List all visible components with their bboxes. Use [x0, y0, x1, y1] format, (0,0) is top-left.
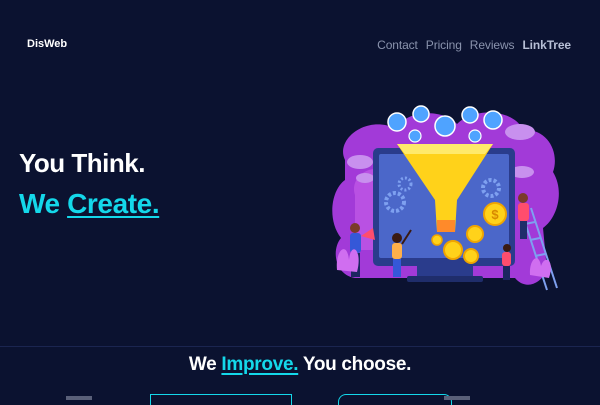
nav-link-pricing[interactable]: Pricing — [426, 38, 462, 52]
nav-link-linktree[interactable]: LinkTree — [522, 38, 571, 52]
marketing-funnel-illustration: $ — [332, 105, 559, 291]
card-top-right-partial — [444, 396, 470, 400]
tagline-prefix: We — [188, 354, 222, 375]
tagline: We Improve. You choose. — [0, 354, 600, 376]
tagline-emphasis: Improve. — [221, 354, 299, 375]
hero-heading-line2: We Create. — [19, 188, 160, 220]
hero-line2-emphasis: Create. — [67, 188, 160, 219]
tagline-suffix: You choose. — [298, 354, 412, 375]
section-divider — [0, 346, 600, 347]
svg-text:$: $ — [491, 207, 499, 222]
brand-logo[interactable]: DisWeb — [27, 38, 67, 50]
card-top-left-partial — [66, 396, 92, 400]
nav-link-reviews[interactable]: Reviews — [470, 38, 515, 52]
hero-heading-line1: You Think. — [19, 148, 145, 178]
hero-line2-prefix: We — [19, 188, 68, 219]
nav-links: Contact Pricing Reviews LinkTree — [377, 38, 571, 52]
navbar: DisWeb Contact Pricing Reviews LinkTree — [0, 0, 600, 80]
nav-link-contact[interactable]: Contact — [377, 38, 418, 52]
